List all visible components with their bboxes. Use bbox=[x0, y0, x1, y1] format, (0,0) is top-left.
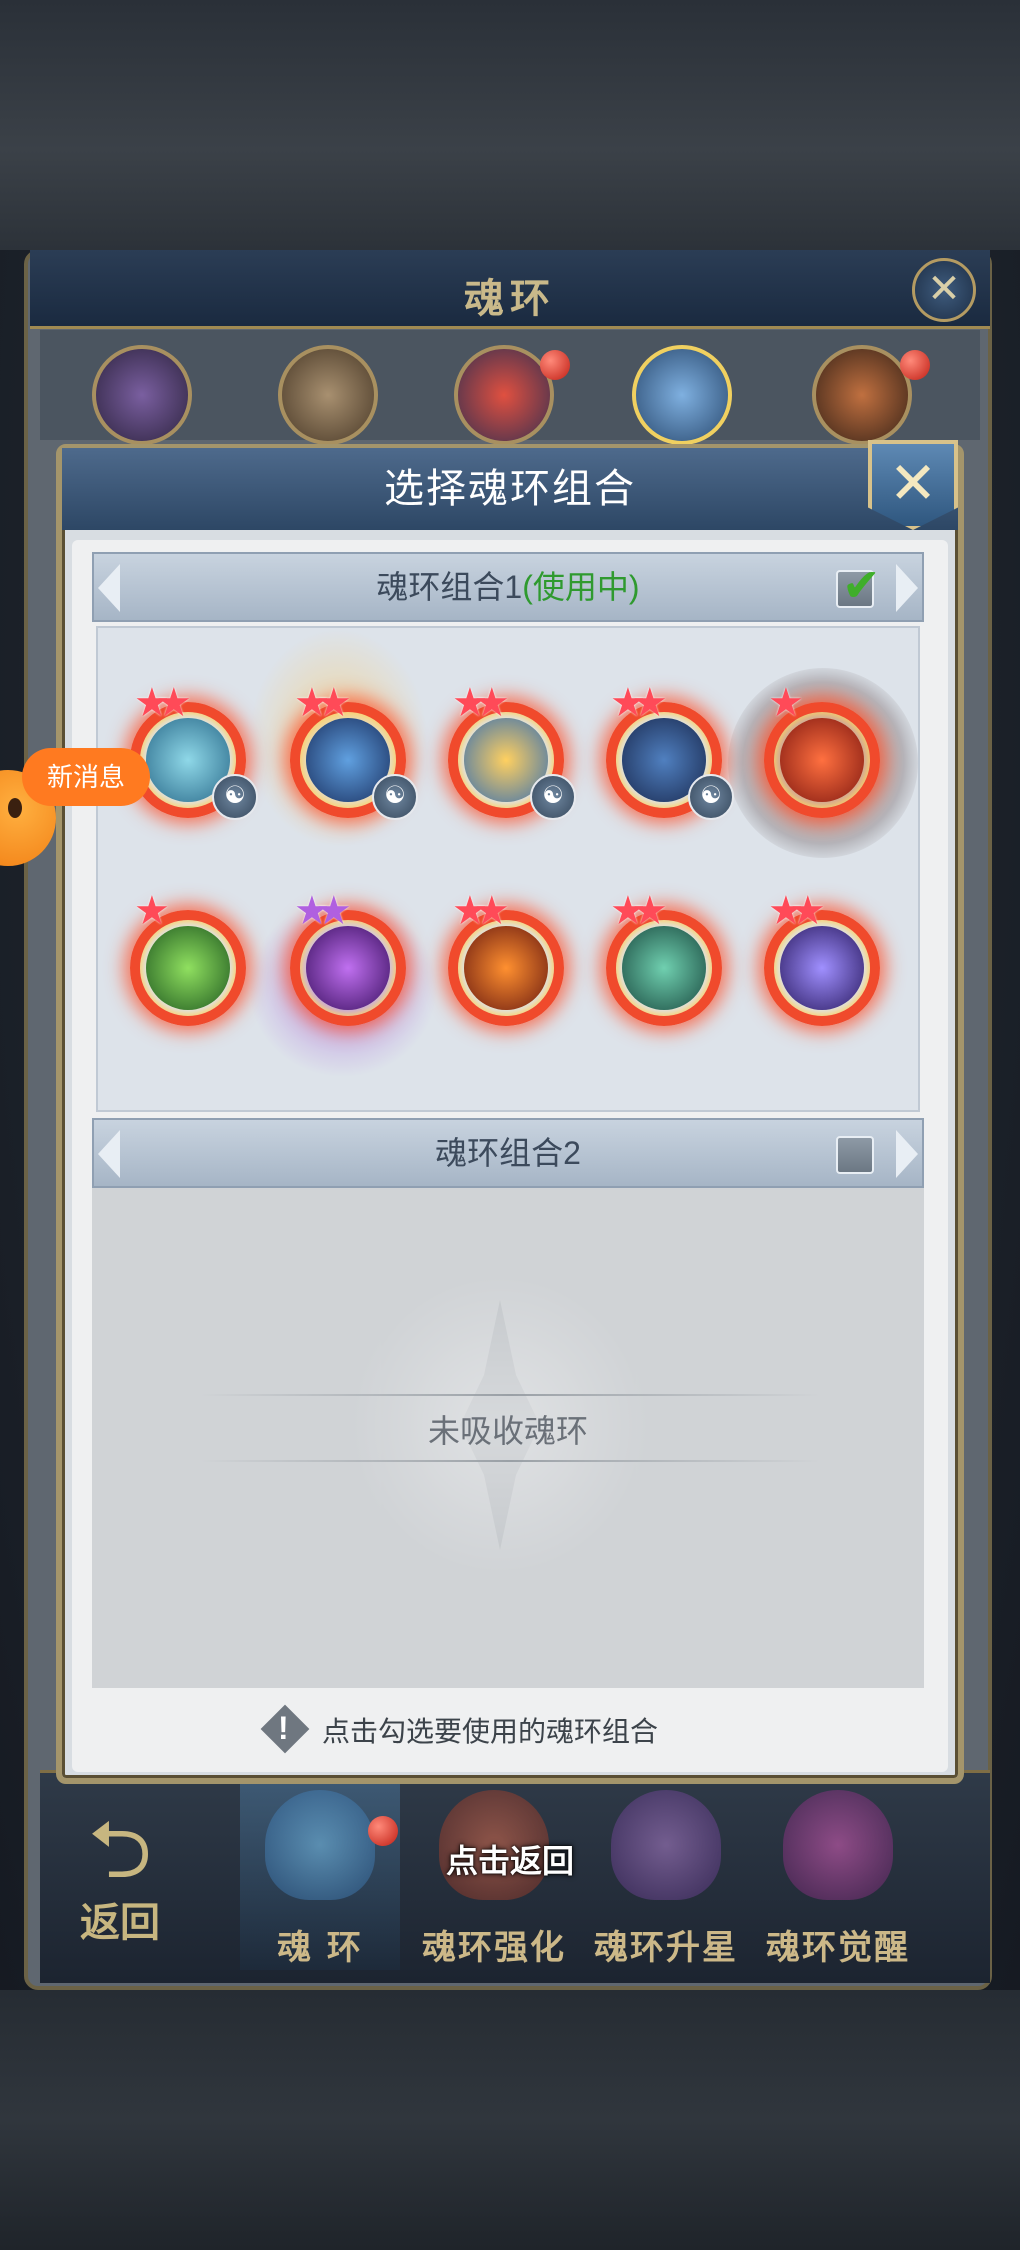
spirit-badge-icon: ☯ bbox=[530, 774, 576, 820]
flame-beast-icon bbox=[464, 926, 548, 1010]
purple-demon-icon bbox=[306, 926, 390, 1010]
notification-dot bbox=[540, 350, 570, 380]
star-rating-icon: ★★ bbox=[134, 681, 192, 725]
header-ornament-right bbox=[896, 1130, 918, 1178]
star-rating-icon: ★★ bbox=[768, 889, 826, 933]
hint-text: 点击勾选要使用的魂环组合 bbox=[322, 1716, 659, 1747]
back-button[interactable]: ⮌ 返回 bbox=[60, 1810, 180, 1960]
purple-gem-icon bbox=[611, 1790, 721, 1900]
tab-soul-ring-awaken[interactable]: 魂环觉醒 bbox=[758, 1780, 918, 1970]
character-avatar-1[interactable] bbox=[92, 345, 192, 445]
character-avatar-3[interactable] bbox=[454, 345, 554, 445]
tap-to-return-hint[interactable]: 点击返回 bbox=[400, 1836, 620, 1882]
star-rating-icon: ★★ bbox=[610, 889, 668, 933]
background-top bbox=[0, 0, 1020, 250]
star-rating-icon: ★ bbox=[134, 889, 170, 933]
new-message-bubble[interactable]: 新消息 bbox=[22, 748, 150, 806]
magenta-gem-icon bbox=[783, 1790, 893, 1900]
star-rating-icon: ★★ bbox=[294, 889, 352, 933]
soul-ring-window-title: 魂环 bbox=[464, 275, 556, 322]
combo-1-header[interactable]: 魂环组合1(使用中) ✔ bbox=[92, 552, 924, 622]
dialog-title: 选择魂环组合 bbox=[384, 467, 636, 511]
soul-ring-titlebar: 魂环 bbox=[30, 250, 990, 329]
fire-dragon-icon bbox=[780, 718, 864, 802]
star-rating-icon: ★★ bbox=[452, 681, 510, 725]
tab-label: 魂环觉醒 bbox=[766, 1928, 910, 1968]
tab-label: 魂环升星 bbox=[594, 1928, 738, 1968]
character-avatar-4[interactable] bbox=[632, 345, 732, 445]
combo-2-header[interactable]: 魂环组合2 bbox=[92, 1118, 924, 1188]
selection-hint: ! 点击勾选要使用的魂环组合 bbox=[92, 1704, 924, 1756]
checkmark-icon: ✔ bbox=[842, 559, 881, 611]
dialog-header: 选择魂环组合 bbox=[62, 448, 958, 530]
star-rating-icon: ★★ bbox=[452, 889, 510, 933]
combo-name: 魂环组合2 bbox=[435, 1135, 581, 1171]
combo-1-label: 魂环组合1(使用中) bbox=[94, 554, 922, 620]
soul-ring-close-button[interactable]: ✕ bbox=[912, 258, 976, 322]
divider bbox=[200, 1394, 820, 1396]
combo-1-rings: ★★ ☯ ★★ ☯ ★★ ☯ ★★ ☯ ★ ★ ★★ ★★ ★★ ★★ bbox=[96, 626, 920, 1112]
empty-state-text: 未吸收魂环 bbox=[427, 1413, 588, 1449]
star-rating-icon: ★★ bbox=[610, 681, 668, 725]
blue-gem-icon bbox=[265, 1790, 375, 1900]
green-clover-icon bbox=[146, 926, 230, 1010]
return-arrow-icon: ⮌ bbox=[87, 1805, 153, 1894]
header-ornament-right bbox=[896, 564, 918, 612]
character-avatar-5[interactable] bbox=[812, 345, 912, 445]
notification-dot bbox=[900, 350, 930, 380]
divider bbox=[200, 1460, 820, 1462]
jade-figure-icon bbox=[622, 926, 706, 1010]
tab-label: 魂 环 bbox=[277, 1928, 363, 1968]
in-use-status: (使用中) bbox=[522, 569, 640, 605]
lightning-orb-icon bbox=[780, 926, 864, 1010]
spirit-badge-icon: ☯ bbox=[688, 774, 734, 820]
notification-dot bbox=[368, 1816, 398, 1846]
star-rating-icon: ★ bbox=[768, 681, 804, 725]
combo-2-label: 魂环组合2 bbox=[94, 1120, 922, 1186]
back-label: 返回 bbox=[80, 1899, 160, 1946]
tab-label: 魂环强化 bbox=[422, 1928, 566, 1968]
spirit-badge-icon: ☯ bbox=[372, 774, 418, 820]
mascot-eye bbox=[8, 798, 22, 818]
combo-name: 魂环组合1 bbox=[376, 569, 523, 605]
exclamation-icon: ! bbox=[278, 1710, 289, 1746]
combo-1-checkbox[interactable]: ✔ bbox=[836, 559, 881, 611]
tab-soul-ring[interactable]: 魂 环 bbox=[240, 1780, 400, 1970]
combo-2-checkbox[interactable] bbox=[836, 1136, 874, 1174]
spirit-badge-icon: ☯ bbox=[212, 774, 258, 820]
star-rating-icon: ★★ bbox=[294, 681, 352, 725]
background-bottom bbox=[0, 1990, 1020, 2250]
character-avatar-2[interactable] bbox=[278, 345, 378, 445]
